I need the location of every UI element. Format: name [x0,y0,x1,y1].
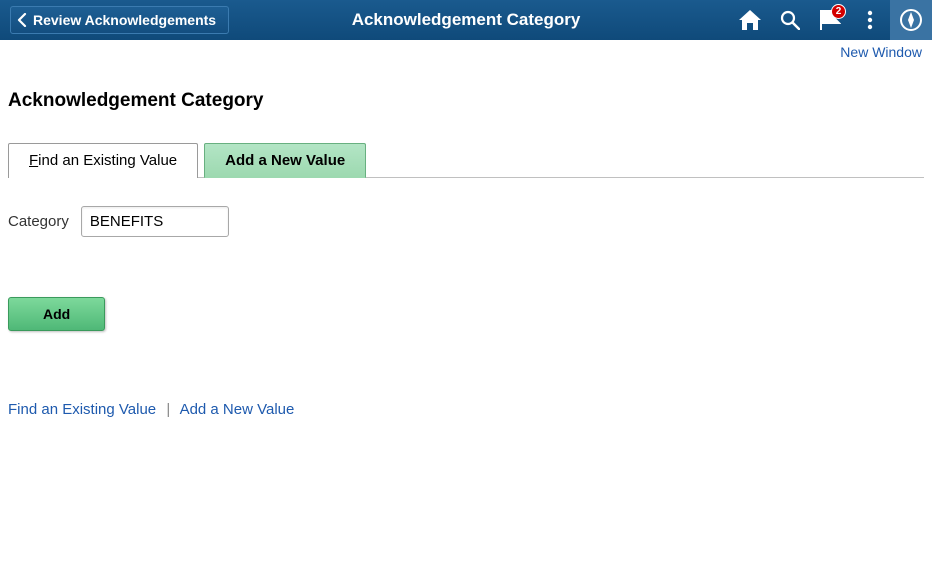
search-button[interactable] [770,0,810,40]
notifications-button[interactable]: 2 [810,0,850,40]
category-row: Category [8,206,924,237]
category-input[interactable] [81,206,229,237]
find-existing-link[interactable]: Find an Existing Value [8,401,156,418]
link-divider: | [166,401,170,418]
add-button[interactable]: Add [8,297,105,331]
search-icon [780,10,800,30]
add-new-link[interactable]: Add a New Value [180,401,295,418]
compass-icon [899,8,923,32]
back-button-label: Review Acknowledgements [33,12,216,28]
chevron-left-icon [17,13,27,27]
tab-find-existing[interactable]: Find an Existing Value [8,143,198,178]
page-content: Acknowledgement Category Find an Existin… [0,62,932,418]
back-button[interactable]: Review Acknowledgements [10,6,229,34]
category-label: Category [8,213,69,230]
new-window-link[interactable]: New Window [840,44,922,60]
tab-find-prefix: F [29,152,38,169]
tab-find-rest: ind an Existing Value [38,152,177,169]
header-toolbar: 2 [730,0,932,40]
navbar-button[interactable] [890,0,932,40]
actions-menu-button[interactable] [850,0,890,40]
app-header: Review Acknowledgements Acknowledgement … [0,0,932,40]
tab-add-new[interactable]: Add a New Value [204,143,366,178]
more-vertical-icon [867,10,873,30]
subheader: New Window [0,40,932,62]
notification-badge: 2 [831,4,846,19]
tab-strip: Find an Existing Value Add a New Value [8,142,924,178]
tab-add-label: Add a New Value [225,152,345,169]
bottom-links: Find an Existing Value | Add a New Value [8,401,924,418]
header-title: Acknowledgement Category [352,10,581,30]
page-title: Acknowledgement Category [8,90,924,112]
home-icon [739,10,761,30]
home-button[interactable] [730,0,770,40]
